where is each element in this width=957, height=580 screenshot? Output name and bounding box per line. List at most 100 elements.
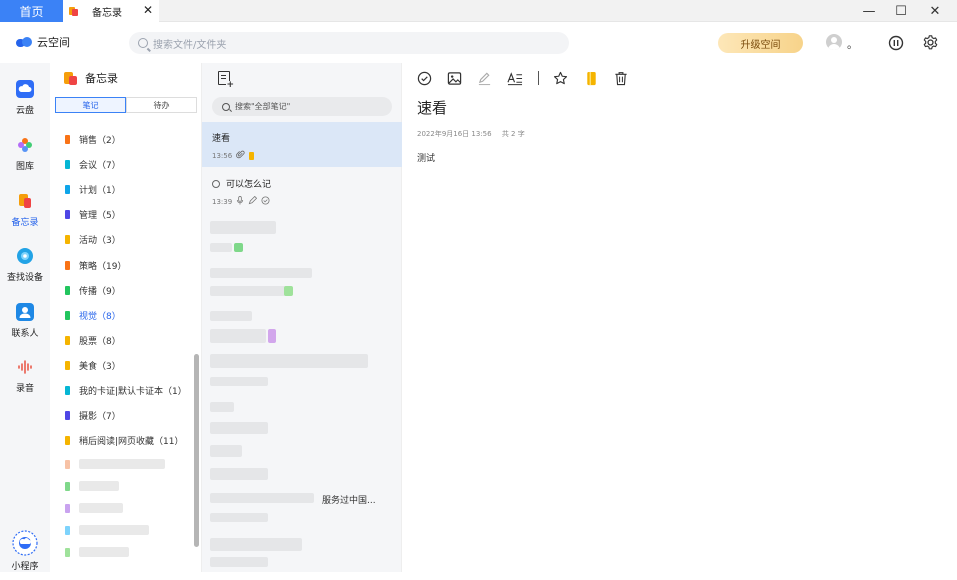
upgrade-storage-button[interactable]: 升级空间: [718, 33, 803, 53]
folder-label: 会议（7）: [79, 161, 121, 172]
cloud-logo-icon: [16, 37, 32, 47]
note-card[interactable]: 可以怎么记 13:39: [202, 168, 402, 213]
rail-label: 联系人: [11, 329, 39, 339]
blurred-folder-item: [65, 497, 195, 519]
checklist-icon[interactable]: [416, 70, 432, 86]
folder-item[interactable]: 管理（5）: [65, 202, 195, 227]
folder-icon: [65, 310, 70, 320]
blurred-note: [210, 538, 302, 551]
minimize-icon[interactable]: —: [852, 0, 886, 22]
blurred-note: [210, 402, 234, 412]
note-card[interactable]: 速看 13:56: [202, 122, 402, 167]
tab-home[interactable]: 首页: [0, 0, 63, 22]
folder-label: 摄影（7）: [79, 412, 121, 423]
folder-item[interactable]: 摄影（7）: [65, 403, 195, 428]
rail-item-memo[interactable]: 备忘录: [0, 185, 50, 242]
tab-memo-label: 备忘录: [92, 7, 122, 19]
folder-icon: [65, 135, 70, 145]
note-word-count: 共 2 字: [501, 130, 525, 138]
folder-item[interactable]: 稍后阅读|网页收藏（11）: [65, 428, 195, 453]
blurred-note: [284, 286, 293, 296]
new-note-icon[interactable]: [218, 71, 234, 90]
blurred-folder-label: [79, 459, 165, 470]
note-body[interactable]: 测试: [417, 151, 435, 164]
folder-label: 我的卡证|默认卡证本（1）: [79, 386, 187, 397]
blurred-note: [234, 243, 243, 252]
blurred-note: [210, 311, 252, 321]
text-format-icon[interactable]: [507, 70, 523, 86]
rail-item-contacts[interactable]: 联系人: [0, 303, 50, 353]
rail-item-find-device[interactable]: 查找设备: [0, 247, 50, 297]
insert-image-icon[interactable]: [446, 70, 462, 86]
folder-list: 销售（2） 会议（7） 计划（1） 管理（5） 活动（3） 策略（19） 传播（9） 视觉（8…: [65, 127, 195, 563]
folder-item[interactable]: 我的卡证|默认卡证本（1）: [65, 378, 195, 403]
folder-scrollbar[interactable]: [194, 354, 199, 547]
folder-icon: [65, 481, 70, 491]
toolbar-divider: [538, 71, 539, 85]
folder-tag-icon: [249, 151, 255, 160]
blurred-note: [210, 493, 314, 503]
file-search-box[interactable]: 搜索文件/文件夹: [129, 32, 569, 54]
folder-item[interactable]: 视觉（8）: [65, 303, 195, 328]
tab-close-icon[interactable]: ✕: [143, 3, 153, 17]
blurred-note: [210, 468, 268, 480]
tab-todo[interactable]: 待办: [126, 97, 197, 113]
rail-item-mini-program[interactable]: 小程序: [0, 530, 50, 580]
pause-sync-icon[interactable]: [887, 34, 904, 51]
maximize-icon[interactable]: ☐: [884, 0, 918, 22]
folder-panel-title: 备忘录: [64, 70, 118, 86]
note-card-title: 速看: [212, 134, 231, 144]
folder-label: 计划（1）: [79, 186, 121, 197]
note-title[interactable]: 速看: [417, 97, 447, 118]
note-date: 2022年9月16日 13:56: [417, 130, 492, 138]
username[interactable]: 。: [847, 36, 858, 52]
delete-trash-icon[interactable]: [613, 70, 629, 86]
memo-icon: [16, 192, 34, 210]
folder-label: 销售（2）: [79, 136, 121, 147]
cloud-drive-icon: [16, 80, 34, 98]
check-circle-icon: [261, 196, 270, 207]
todo-circle-icon[interactable]: [212, 179, 220, 188]
rail-item-gallery[interactable]: 图库: [0, 136, 50, 186]
search-icon: [138, 38, 148, 48]
folder-item[interactable]: 策略（19）: [65, 252, 195, 277]
settings-gear-icon[interactable]: [922, 34, 939, 51]
folder-item[interactable]: 计划（1）: [65, 177, 195, 202]
folder-item[interactable]: 股票（8）: [65, 328, 195, 353]
note-card-time: 13:56: [212, 151, 233, 160]
blurred-note: [210, 354, 368, 368]
blurred-note: [210, 422, 268, 434]
tab-memo[interactable]: 备忘录 ✕: [63, 0, 159, 22]
avatar[interactable]: [826, 34, 842, 50]
blurred-folder-item: [65, 519, 195, 541]
folder-tag-icon[interactable]: [583, 70, 599, 86]
blurred-folder-item: [65, 453, 195, 475]
folder-item[interactable]: 美食（3）: [65, 353, 195, 378]
rail-item-recorder[interactable]: 录音: [0, 358, 50, 408]
folder-icon: [65, 335, 70, 345]
window-close-icon[interactable]: ✕: [918, 0, 952, 22]
folder-label: 传播（9）: [79, 286, 121, 297]
folder-item[interactable]: 会议（7）: [65, 152, 195, 177]
folder-icon: [65, 235, 70, 245]
rail-label: 备忘录: [11, 218, 39, 228]
rail-item-cloud-drive[interactable]: 云盘: [0, 80, 50, 130]
folder-item[interactable]: 传播（9）: [65, 278, 195, 303]
folder-item[interactable]: 活动（3）: [65, 227, 195, 252]
blurred-note: [210, 445, 242, 457]
star-icon[interactable]: [552, 70, 568, 86]
tab-notes[interactable]: 笔记: [55, 97, 126, 113]
folder-icon: [65, 210, 70, 220]
blurred-note: [268, 329, 276, 343]
folder-icon: [65, 385, 70, 395]
folder-icon: [65, 525, 70, 535]
folder-item[interactable]: 销售（2）: [65, 127, 195, 152]
blurred-folder-label: [79, 547, 129, 558]
note-search-box[interactable]: 搜索"全部笔记": [212, 97, 392, 116]
note-card-title: 可以怎么记: [226, 180, 272, 190]
nav-rail: 云盘 图库 备忘录 查找设备 联系人 录音 小程序: [0, 63, 50, 572]
folder-icon: [65, 459, 70, 469]
handwriting-pen-icon[interactable]: [476, 70, 492, 86]
folder-label: 股票（8）: [79, 336, 121, 347]
folder-icon: [65, 185, 70, 195]
